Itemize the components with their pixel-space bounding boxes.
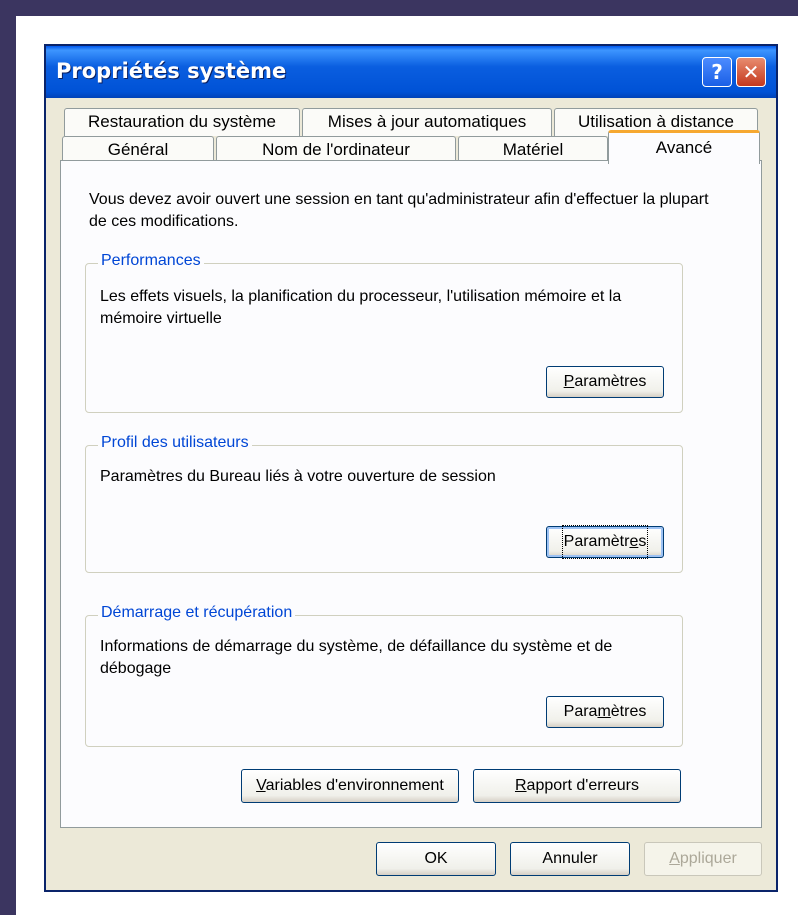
performance-group: Performances Les effets visuels, la plan…	[85, 252, 683, 413]
user-profiles-group: Profil des utilisateurs Paramètres du Bu…	[85, 434, 683, 573]
outer-frame-left	[0, 0, 16, 915]
question-mark-icon: ?	[711, 60, 723, 84]
performance-settings-button[interactable]: Paramètres	[546, 366, 664, 398]
startup-recovery-group-title: Démarrage et récupération	[98, 604, 296, 622]
startup-recovery-group: Démarrage et récupération Informations d…	[85, 604, 683, 747]
error-reporting-label: Rapport d'erreurs	[514, 777, 639, 794]
advanced-tab-panel: Vous devez avoir ouvert une session en t…	[60, 160, 762, 828]
performance-settings-label: Paramètres	[563, 373, 647, 390]
tab-advanced[interactable]: Avancé	[608, 130, 760, 164]
apply-label: Appliquer	[669, 850, 737, 867]
cancel-label: Annuler	[542, 850, 598, 867]
close-x-icon: ✕	[742, 60, 760, 84]
startup-recovery-settings-label: Paramètres	[563, 703, 647, 720]
error-reporting-button[interactable]: Rapport d'erreurs	[473, 769, 681, 803]
environment-variables-button[interactable]: Variables d'environnement	[241, 769, 459, 803]
close-button[interactable]: ✕	[736, 57, 766, 87]
system-properties-dialog: Propriétés système ? ✕ Restauration du s…	[44, 44, 778, 892]
performance-description: Les effets visuels, la planification du …	[100, 288, 622, 327]
user-profiles-settings-button[interactable]: Paramètres	[546, 525, 664, 559]
admin-notice-text: Vous devez avoir ouvert une session en t…	[89, 191, 709, 230]
tab-system-restore[interactable]: Restauration du système	[64, 108, 300, 136]
startup-recovery-settings-button[interactable]: Paramètres	[546, 696, 664, 728]
help-button[interactable]: ?	[702, 57, 732, 87]
user-profiles-settings-label: Paramètres	[561, 525, 649, 559]
cancel-button[interactable]: Annuler	[510, 842, 630, 876]
tab-automatic-updates[interactable]: Mises à jour automatiques	[302, 108, 552, 136]
startup-recovery-description: Informations de démarrage du système, de…	[100, 638, 613, 677]
outer-frame-top	[0, 0, 798, 16]
user-profiles-group-title: Profil des utilisateurs	[98, 434, 252, 452]
apply-button[interactable]: Appliquer	[644, 842, 762, 876]
window-title: Propriétés système	[56, 59, 287, 83]
ok-label: OK	[424, 850, 448, 867]
title-bar[interactable]: Propriétés système ? ✕	[46, 46, 776, 98]
user-profiles-description: Paramètres du Bureau liés à votre ouvert…	[100, 468, 496, 485]
performance-group-title: Performances	[98, 252, 204, 270]
ok-button[interactable]: OK	[376, 842, 496, 876]
environment-variables-label: Variables d'environnement	[256, 777, 444, 794]
